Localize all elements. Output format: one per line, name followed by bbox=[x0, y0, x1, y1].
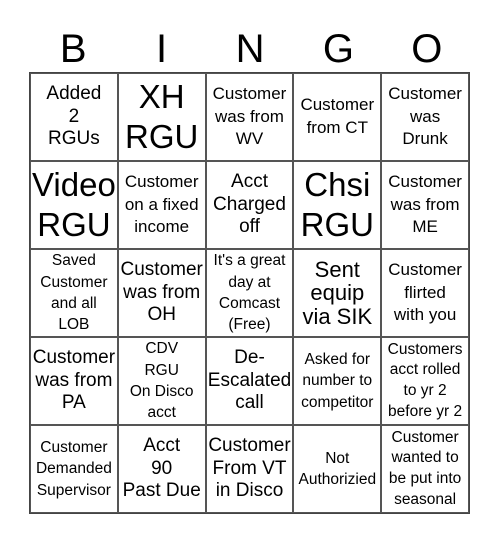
bingo-cell[interactable]: Customer From VT in Disco bbox=[205, 425, 294, 513]
bingo-cell[interactable]: De- Escalated call bbox=[205, 337, 294, 425]
bingo-cell[interactable]: Sent equip via SIK bbox=[293, 249, 382, 337]
bingo-cell[interactable]: Acct 90 Past Due bbox=[117, 425, 206, 513]
bingo-cell[interactable]: It's a great day at Comcast (Free) bbox=[205, 249, 294, 337]
bingo-cell[interactable]: Customer wanted to be put into seasonal bbox=[381, 425, 469, 513]
bingo-cell[interactable]: Customer was from PA bbox=[30, 337, 118, 425]
header-letter-o: O bbox=[411, 27, 443, 71]
bingo-cell[interactable]: Customer from CT bbox=[293, 73, 382, 161]
bingo-header: B I N G O bbox=[29, 27, 471, 71]
bingo-cell[interactable]: Asked for number to competitor bbox=[293, 337, 382, 425]
header-letter-g: G bbox=[322, 27, 354, 71]
bingo-cell[interactable]: Customer was from OH bbox=[117, 249, 206, 337]
bingo-cell[interactable]: Customer flirted with you bbox=[381, 249, 469, 337]
bingo-cell[interactable]: Customer was Drunk bbox=[381, 73, 469, 161]
bingo-cell[interactable]: Not Authorizied bbox=[293, 425, 382, 513]
bingo-cell[interactable]: Customer was from WV bbox=[205, 73, 294, 161]
header-letter-n: N bbox=[235, 27, 265, 71]
bingo-cell[interactable]: Acct Charged off bbox=[205, 161, 294, 249]
bingo-cell[interactable]: Customers acct rolled to yr 2 before yr … bbox=[381, 337, 469, 425]
bingo-cell[interactable]: XH RGU bbox=[117, 73, 206, 161]
bingo-cell[interactable]: Customer Demanded Supervisor bbox=[30, 425, 118, 513]
bingo-cell[interactable]: Customer was from ME bbox=[381, 161, 469, 249]
bingo-cell[interactable]: Customer on a fixed income bbox=[117, 161, 206, 249]
bingo-cell[interactable]: CDV RGU On Disco acct bbox=[117, 337, 206, 425]
bingo-cell[interactable]: Saved Customer and all LOB bbox=[30, 249, 118, 337]
bingo-cell[interactable]: Chsi RGU bbox=[293, 161, 382, 249]
header-letter-i: I bbox=[156, 27, 168, 71]
header-letter-b: B bbox=[59, 27, 87, 71]
bingo-cell[interactable]: Added 2 RGUs bbox=[30, 73, 118, 161]
bingo-cell[interactable]: Video RGU bbox=[30, 161, 118, 249]
bingo-grid: Added 2 RGUs XH RGU Customer was from WV… bbox=[29, 72, 470, 514]
